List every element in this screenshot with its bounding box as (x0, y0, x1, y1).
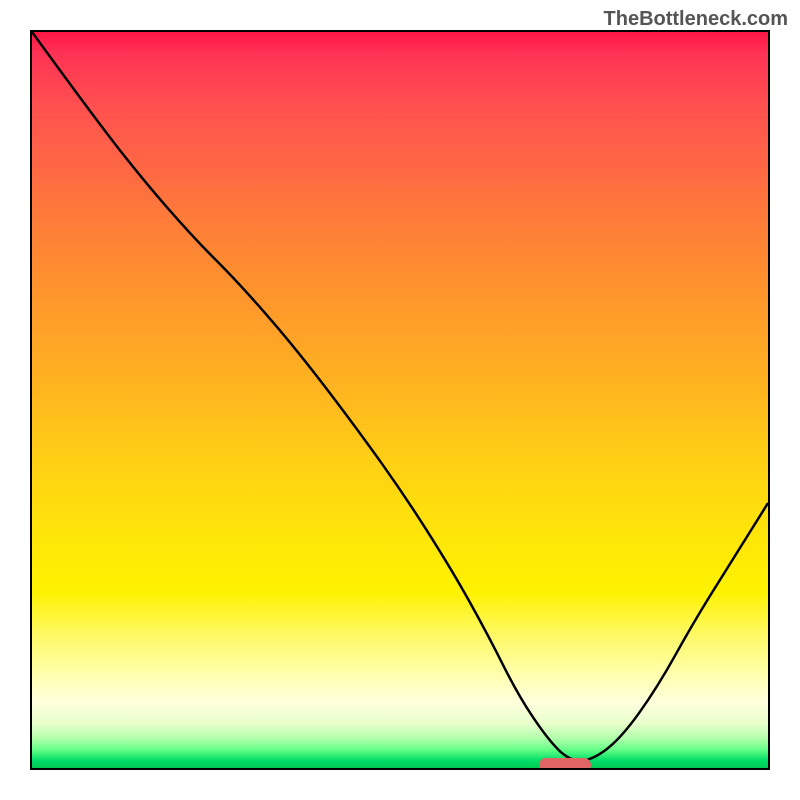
curve-svg (32, 32, 768, 768)
watermark-text: TheBottleneck.com (604, 8, 788, 31)
bottleneck-curve-line (32, 32, 768, 761)
chart-area (30, 30, 770, 770)
optimal-marker (539, 758, 591, 770)
